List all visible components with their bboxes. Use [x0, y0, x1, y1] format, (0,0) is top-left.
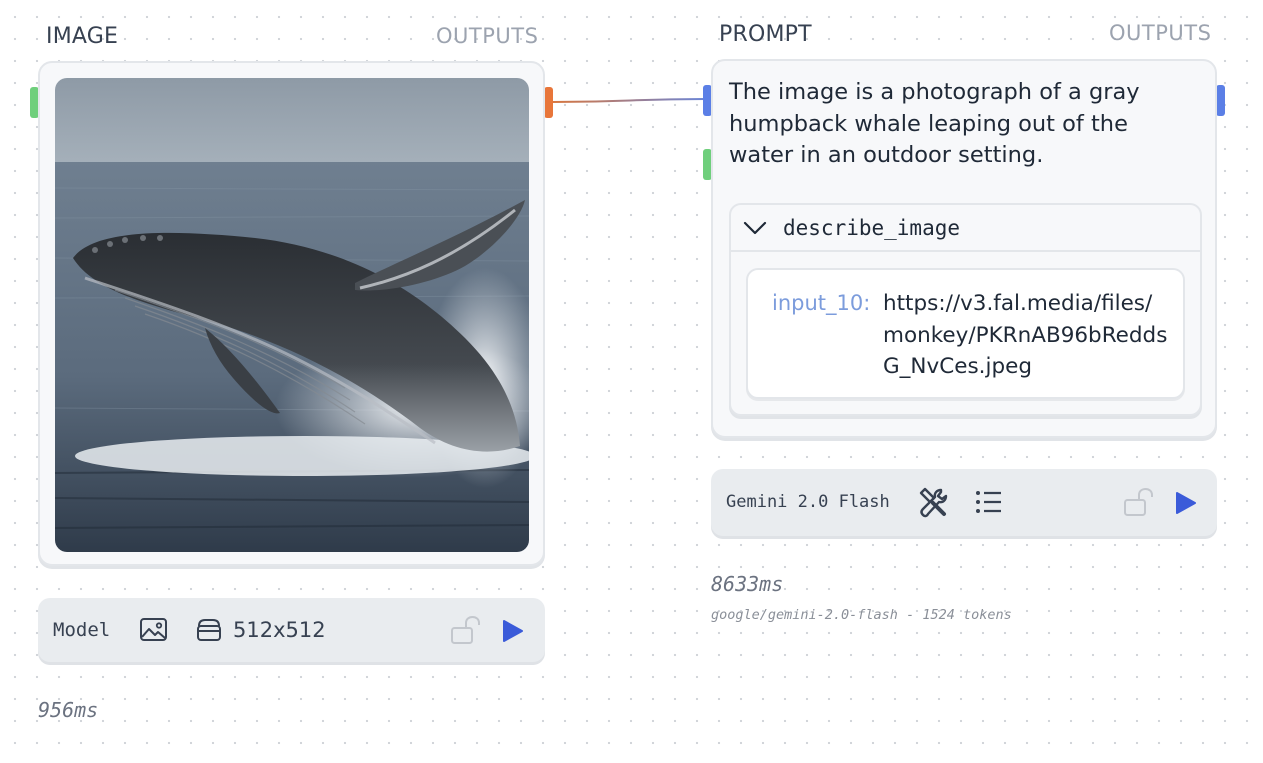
- whale-image[interactable]: [55, 78, 529, 552]
- prompt-node-card: The image is a photograph of a gray hump…: [711, 59, 1217, 438]
- image-size-value[interactable]: 512x512: [233, 618, 326, 642]
- unlock-icon[interactable]: [1123, 487, 1155, 517]
- list-icon[interactable]: [975, 489, 1003, 515]
- tool-arg-value: https://v3.fal.media/files/monkey/PKRnAB…: [883, 291, 1168, 379]
- image-node-timing: 956ms: [38, 698, 99, 722]
- unlock-icon[interactable]: [450, 615, 482, 645]
- tool-arg-key: input_10:: [772, 291, 871, 315]
- prompt-node-toolbar: Gemini 2.0 Flash: [711, 469, 1217, 536]
- prompt-output-text: The image is a photograph of a gray hump…: [729, 79, 1140, 168]
- whale-photo-graphic: [55, 78, 529, 552]
- prompt-node-title: PROMPT: [719, 22, 812, 47]
- play-icon[interactable]: [502, 619, 524, 643]
- prompt-output-handle[interactable]: [1216, 85, 1225, 116]
- prompt-node-timing: 8633ms: [711, 572, 784, 596]
- image-node-outputs-label: OUTPUTS: [436, 24, 539, 48]
- image-node-toolbar: Model 512x512: [38, 598, 545, 662]
- tool-call-header[interactable]: describe_image: [731, 205, 1200, 252]
- prompt-node-model-meta: google/gemini-2.0-flash - 1524 tokens: [711, 607, 1012, 623]
- play-icon[interactable]: [1175, 491, 1197, 515]
- image-output-handle[interactable]: [544, 87, 553, 118]
- model-select[interactable]: Gemini 2.0 Flash: [726, 492, 890, 512]
- tool-call-args: input_10: https://v3.fal.media/files/mon…: [746, 268, 1185, 399]
- tool-call-panel: describe_image input_10: https://v3.fal.…: [729, 203, 1202, 416]
- layers-icon[interactable]: [195, 616, 223, 644]
- image-node-title: IMAGE: [46, 24, 119, 49]
- prompt-node-outputs-label: OUTPUTS: [1109, 21, 1212, 45]
- tool-call-name: describe_image: [783, 215, 961, 240]
- wrench-screwdriver-icon[interactable]: [917, 487, 949, 519]
- model-label[interactable]: Model: [53, 619, 110, 641]
- chevron-down-icon[interactable]: [743, 220, 767, 236]
- image-node-card: [38, 61, 545, 566]
- image-icon[interactable]: [139, 617, 169, 643]
